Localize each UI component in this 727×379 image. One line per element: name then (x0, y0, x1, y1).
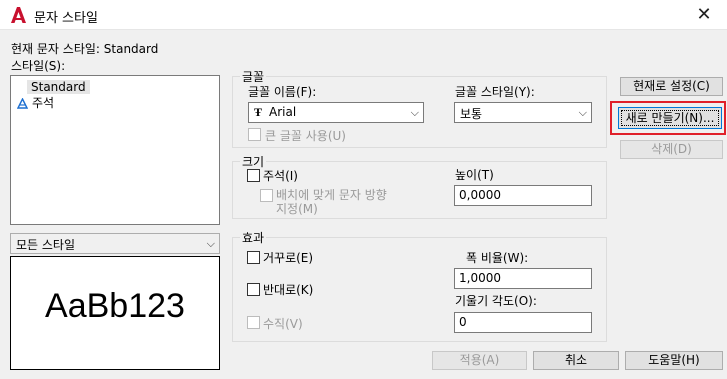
vertical-checkbox[interactable] (247, 316, 260, 329)
list-item-standard[interactable]: Standard (27, 79, 90, 95)
help-button[interactable]: 도움말(H) (625, 351, 723, 370)
big-font-label: 큰 글꼴 사용(U) (265, 129, 346, 143)
annotation-highlight-box (610, 101, 726, 135)
upside-down-label: 거꾸로(E) (263, 251, 314, 265)
font-name-label: 글꼴 이름(F): (248, 85, 317, 99)
preview-text: AaBb123 (45, 287, 185, 325)
autocad-app-icon (11, 7, 26, 23)
height-value: 0,0000 (459, 188, 501, 202)
preview-panel: AaBb123 (10, 256, 220, 370)
annotative-label: 주석(I) (263, 169, 298, 183)
list-item-label: 주석 (32, 96, 55, 110)
upside-down-checkbox[interactable] (247, 251, 260, 264)
backwards-label: 반대로(K) (263, 283, 314, 297)
big-font-checkbox[interactable] (248, 128, 261, 141)
apply-button[interactable]: 적용(A) (432, 351, 527, 370)
chevron-down-icon: ⌵ (410, 106, 419, 119)
font-name-value: Arial (269, 105, 297, 119)
oblique-angle-label: 기울기 각도(O): (455, 294, 537, 308)
font-style-dropdown[interactable]: 보통 ⌵ (454, 102, 592, 123)
annotative-checkbox[interactable] (247, 169, 260, 182)
truetype-icon: Ŧ (254, 105, 263, 119)
list-item-label: Standard (27, 80, 90, 94)
close-icon[interactable]: ✕ (681, 0, 727, 30)
chevron-down-icon: ⌵ (206, 237, 215, 250)
annotative-icon (17, 98, 28, 109)
backwards-checkbox[interactable] (247, 283, 260, 296)
oblique-angle-value: 0 (459, 315, 467, 329)
width-factor-input[interactable]: 1,0000 (454, 268, 592, 289)
set-current-button[interactable]: 현재로 설정(C) (620, 77, 723, 96)
effects-group-title: 효과 (240, 229, 267, 246)
cancel-button[interactable]: 취소 (533, 351, 619, 370)
match-orientation-label-2: 지정(M) (276, 202, 318, 216)
height-input[interactable]: 0,0000 (454, 185, 592, 206)
font-style-label: 글꼴 스타일(Y): (455, 85, 535, 99)
height-label: 높이(T) (455, 168, 494, 182)
match-orientation-checkbox[interactable] (260, 189, 273, 202)
style-filter-value: 모든 스타일 (16, 238, 76, 252)
current-style-label: 현재 문자 스타일: Standard (11, 42, 159, 56)
vertical-label: 수직(V) (263, 317, 303, 331)
styles-label: 스타일(S): (11, 59, 66, 73)
font-style-value: 보통 (460, 107, 483, 121)
styles-listbox[interactable]: Standard 주석 (10, 75, 220, 225)
oblique-angle-input[interactable]: 0 (454, 312, 592, 333)
chevron-down-icon: ⌵ (578, 106, 587, 119)
width-factor-label: 폭 비율(W): (466, 251, 529, 265)
width-factor-value: 1,0000 (459, 271, 501, 285)
window-title: 문자 스타일 (34, 11, 98, 26)
style-filter-dropdown[interactable]: 모든 스타일 ⌵ (10, 233, 220, 254)
title-bar: 문자 스타일 ✕ (0, 0, 727, 30)
font-name-dropdown[interactable]: Ŧ Arial ⌵ (248, 102, 424, 123)
delete-button[interactable]: 삭제(D) (620, 140, 723, 159)
